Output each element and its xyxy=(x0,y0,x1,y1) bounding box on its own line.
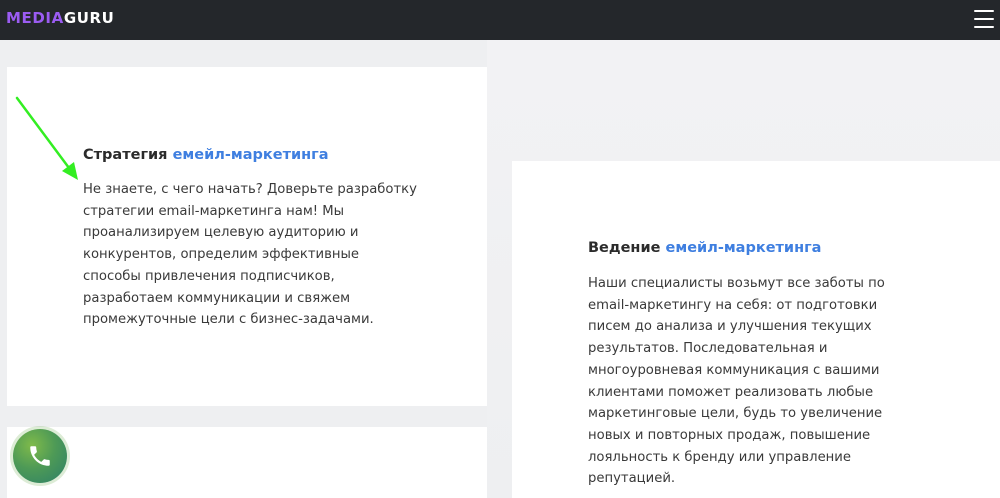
service-card-management: Ведение емейл-маркетинга Наши специалист… xyxy=(512,161,1000,498)
card-text-line: стратегии email-маркетинга нам! Мы xyxy=(83,203,345,219)
card-description: Наши специалисты возьмут все заботы по e… xyxy=(588,273,898,490)
logo-prefix: MEDIA xyxy=(6,9,64,27)
card-text-line: email-маркетингу на себя: от подготовки xyxy=(588,297,878,313)
card-text-line: маркетинговые цели, будь то увеличение xyxy=(588,406,883,422)
card-title: Ведение емейл-маркетинга xyxy=(588,238,821,258)
card-title-plain: Ведение xyxy=(588,240,661,256)
card-title: Стратегия емейл-маркетинга xyxy=(83,145,329,165)
call-button[interactable] xyxy=(13,429,67,483)
card-title-plain: Стратегия xyxy=(83,147,168,163)
card-text-line: многоуровневая коммуникация с вашими xyxy=(588,362,880,378)
card-text-line: новых и повторных продаж, повышение xyxy=(588,427,871,443)
card-text-line: клиентами поможет реализовать любые xyxy=(588,384,874,400)
card-text-line: результатов. Последовательная и xyxy=(588,341,828,357)
service-card-partial xyxy=(7,427,487,498)
hamburger-menu-icon[interactable] xyxy=(974,8,994,30)
logo-suffix: GURU xyxy=(63,9,115,27)
card-text-line: способы привлечения подписчиков, xyxy=(83,268,335,284)
phone-icon xyxy=(30,446,50,466)
card-title-accent: емейл-маркетинга xyxy=(665,240,822,256)
top-navigation-bar: MEDIAGURU xyxy=(0,0,1000,40)
card-text-line: разработаем коммуникации и свяжем xyxy=(83,290,351,306)
mediaguru-logo[interactable]: MEDIAGURU xyxy=(6,9,114,27)
card-text-line: Наши специалисты возьмут все заботы по xyxy=(588,276,885,291)
card-text-line: лояльность к бренду или управление xyxy=(588,449,851,465)
card-text-line: репутацией. xyxy=(588,471,676,487)
card-text-line: промежуточные цели с бизнес-задачами. xyxy=(83,312,374,328)
card-text-line: писем до анализа и улучшения текущих xyxy=(588,319,872,335)
card-text-line: конкурентов, определим эффективные xyxy=(83,247,360,263)
card-text-line: Не знаете, с чего начать? Доверьте разра… xyxy=(83,182,417,197)
card-text-line: проанализируем целевую аудиторию и xyxy=(83,225,359,241)
card-title-accent: емейл-маркетинга xyxy=(172,147,329,163)
card-description: Не знаете, с чего начать? Доверьте разра… xyxy=(83,179,423,331)
arrow-annotation-icon xyxy=(15,96,78,180)
